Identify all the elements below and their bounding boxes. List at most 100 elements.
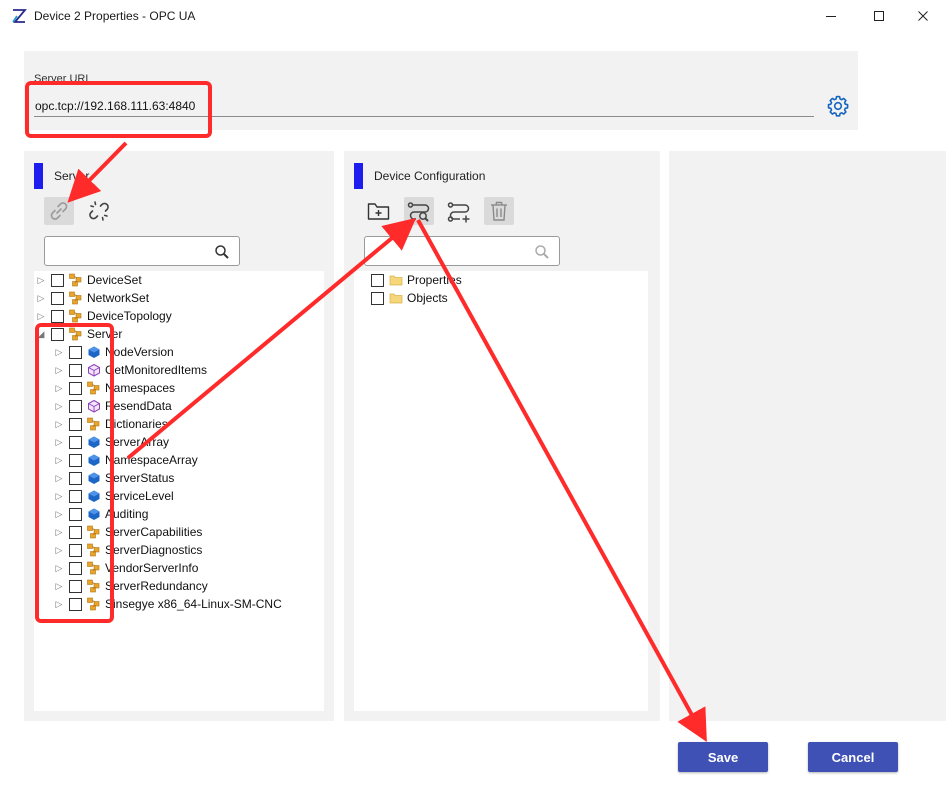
tree-item-icon [87, 597, 101, 611]
save-button[interactable]: Save [678, 742, 768, 772]
tree-item-checkbox[interactable] [69, 543, 82, 557]
variable-icon [88, 472, 100, 484]
tree-item[interactable]: ▷ ResendData [34, 397, 324, 415]
expand-arrow-icon[interactable]: ▷ [34, 293, 48, 304]
expand-arrow-icon[interactable]: ▷ [52, 563, 66, 574]
tree-item[interactable]: ▷ NetworkSet [34, 289, 324, 307]
expand-arrow-icon[interactable]: ▷ [52, 509, 66, 520]
tree-item-checkbox[interactable] [69, 417, 82, 431]
tree-item-icon [87, 417, 101, 431]
tree-item-checkbox[interactable] [51, 291, 64, 305]
tree-item-label: ResendData [105, 399, 172, 413]
device-panel-header: Device Configuration [354, 163, 485, 189]
tree-item-checkbox[interactable] [51, 309, 64, 323]
tree-item[interactable]: ▷ DeviceTopology [34, 307, 324, 325]
tree-item[interactable]: ▷ NodeVersion [34, 343, 324, 361]
tree-item[interactable]: ▷ ServerRedundancy [34, 577, 324, 595]
tree-item[interactable]: ▷ DeviceSet [34, 271, 324, 289]
tree-item[interactable]: ▷ ServiceLevel [34, 487, 324, 505]
object-icon [87, 417, 100, 431]
tree-item-checkbox[interactable] [69, 363, 82, 377]
expand-arrow-icon[interactable]: ▷ [52, 491, 66, 502]
search-icon[interactable] [534, 244, 550, 260]
accent-bar [354, 163, 363, 189]
tree-item[interactable]: ▷ Auditing [34, 505, 324, 523]
server-search-input[interactable] [51, 241, 211, 261]
tree-item[interactable]: ▷ ServerDiagnostics [34, 541, 324, 559]
tree-item-checkbox[interactable] [69, 597, 82, 611]
tree-item[interactable]: ◢ Server [34, 325, 324, 343]
link-button[interactable] [44, 197, 74, 225]
device-search-input[interactable] [371, 241, 531, 261]
tree-item-checkbox[interactable] [69, 507, 82, 521]
tree-item-checkbox[interactable] [51, 327, 64, 341]
unlink-button[interactable] [84, 197, 114, 225]
close-button[interactable] [900, 0, 946, 32]
close-icon [918, 11, 928, 21]
tree-item[interactable]: ▷ ServerCapabilities [34, 523, 324, 541]
tree-item-checkbox[interactable] [69, 579, 82, 593]
method-icon [88, 399, 100, 413]
variable-icon [88, 508, 100, 520]
tree-item-label: ServerStatus [105, 471, 175, 485]
expanded-arrow-icon[interactable]: ◢ [34, 329, 48, 340]
expand-arrow-icon[interactable]: ▷ [52, 455, 66, 466]
minimize-button[interactable] [808, 0, 854, 32]
server-url-input[interactable] [34, 95, 814, 117]
add-folder-button[interactable] [364, 197, 394, 225]
tree-item-checkbox[interactable] [371, 291, 384, 305]
add-node-button[interactable] [444, 197, 474, 225]
expand-arrow-icon[interactable]: ▷ [52, 545, 66, 556]
maximize-button[interactable] [856, 0, 902, 32]
tree-item-icon [389, 273, 403, 287]
tree-item-icon [87, 345, 101, 359]
object-icon [87, 543, 100, 557]
expand-arrow-icon[interactable]: ▷ [52, 527, 66, 538]
tree-item-checkbox[interactable] [371, 273, 384, 287]
accent-bar [34, 163, 43, 189]
server-panel: Server ▷ DeviceSet ▷ NetworkSet ▷ Device… [24, 151, 334, 721]
tree-item-label: ServerDiagnostics [105, 543, 203, 557]
expand-arrow-icon[interactable]: ▷ [52, 365, 66, 376]
expand-arrow-icon[interactable]: ▷ [52, 383, 66, 394]
tree-item[interactable]: ▷ ServerArray [34, 433, 324, 451]
tree-item-checkbox[interactable] [69, 453, 82, 467]
tree-item-checkbox[interactable] [69, 399, 82, 413]
expand-arrow-icon[interactable]: ▷ [52, 437, 66, 448]
delete-button[interactable] [484, 197, 514, 225]
tree-item[interactable]: ▷ Sinsegye x86_64-Linux-SM-CNC [34, 595, 324, 613]
expand-arrow-icon[interactable]: ▷ [52, 473, 66, 484]
tree-item[interactable]: Properties [354, 271, 648, 289]
server-search-box[interactable] [44, 236, 240, 266]
tree-item-icon [87, 381, 101, 395]
tree-item-label: ServerCapabilities [105, 525, 203, 539]
device-search-box[interactable] [364, 236, 560, 266]
expand-arrow-icon[interactable]: ▷ [52, 581, 66, 592]
tree-item-checkbox[interactable] [51, 273, 64, 287]
expand-arrow-icon[interactable]: ▷ [52, 419, 66, 430]
expand-arrow-icon[interactable]: ▷ [52, 347, 66, 358]
tree-item-checkbox[interactable] [69, 381, 82, 395]
tree-item[interactable]: ▷ Dictionaries [34, 415, 324, 433]
tree-item-label: GetMonitoredItems [105, 363, 208, 377]
tree-item-checkbox[interactable] [69, 561, 82, 575]
expand-arrow-icon[interactable]: ▷ [52, 599, 66, 610]
expand-arrow-icon[interactable]: ▷ [34, 311, 48, 322]
search-icon[interactable] [214, 244, 230, 260]
tree-item[interactable]: ▷ NamespaceArray [34, 451, 324, 469]
map-node-button[interactable] [404, 197, 434, 225]
tree-item-checkbox[interactable] [69, 489, 82, 503]
expand-arrow-icon[interactable]: ▷ [52, 401, 66, 412]
expand-arrow-icon[interactable]: ▷ [34, 275, 48, 286]
tree-item-checkbox[interactable] [69, 471, 82, 485]
tree-item-checkbox[interactable] [69, 345, 82, 359]
tree-item[interactable]: ▷ GetMonitoredItems [34, 361, 324, 379]
tree-item-checkbox[interactable] [69, 525, 82, 539]
cancel-button[interactable]: Cancel [808, 742, 898, 772]
tree-item[interactable]: ▷ VendorServerInfo [34, 559, 324, 577]
tree-item[interactable]: Objects [354, 289, 648, 307]
settings-button[interactable] [825, 93, 851, 119]
tree-item-checkbox[interactable] [69, 435, 82, 449]
tree-item[interactable]: ▷ ServerStatus [34, 469, 324, 487]
tree-item[interactable]: ▷ Namespaces [34, 379, 324, 397]
